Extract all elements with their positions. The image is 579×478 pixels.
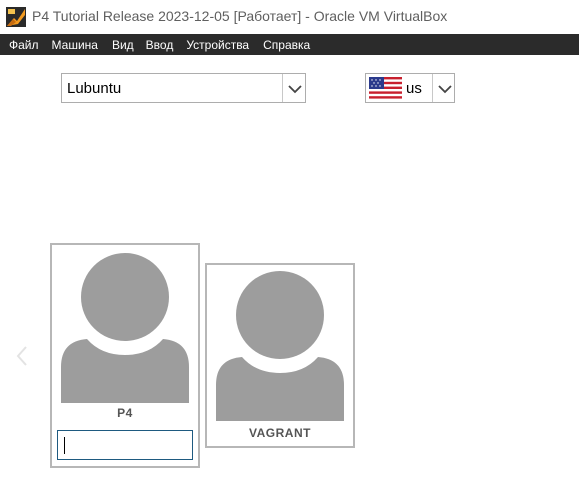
us-flag-icon [369, 77, 402, 100]
session-select[interactable]: Lubuntu [61, 73, 306, 103]
menu-help[interactable]: Справка [254, 38, 310, 52]
user-name-p4: P4 [117, 406, 133, 420]
window-titlebar: P4 Tutorial Release 2023-12-05 [Работает… [0, 0, 579, 34]
menu-view[interactable]: Вид [103, 38, 134, 52]
password-input[interactable] [57, 430, 193, 460]
session-select-value: Lubuntu [67, 80, 122, 97]
user-avatar-icon [216, 271, 344, 421]
user-tile-vagrant[interactable]: VAGRANT [205, 263, 355, 448]
menu-devices[interactable]: Устройства [177, 38, 249, 52]
window-title: P4 Tutorial Release 2023-12-05 [Работает… [32, 8, 448, 24]
user-name-vagrant: VAGRANT [249, 426, 311, 440]
chevron-down-icon[interactable] [287, 84, 303, 94]
chevron-down-icon[interactable] [437, 84, 453, 94]
menu-input[interactable]: Ввод [137, 38, 174, 52]
keyboard-layout-select[interactable]: us [365, 73, 455, 103]
chevron-left-icon[interactable] [15, 344, 29, 368]
user-tile-p4[interactable]: P4 [50, 243, 200, 468]
menu-machine[interactable]: Машина [43, 38, 98, 52]
virtualbox-icon [6, 7, 26, 27]
menu-bar: Файл Машина Вид Ввод Устройства Справка [0, 34, 579, 55]
keyboard-select-divider [432, 74, 433, 102]
keyboard-layout-value: us [406, 80, 422, 97]
user-avatar-icon [61, 253, 189, 403]
session-select-divider [282, 74, 283, 102]
menu-file[interactable]: Файл [0, 38, 39, 52]
text-caret [64, 437, 65, 454]
